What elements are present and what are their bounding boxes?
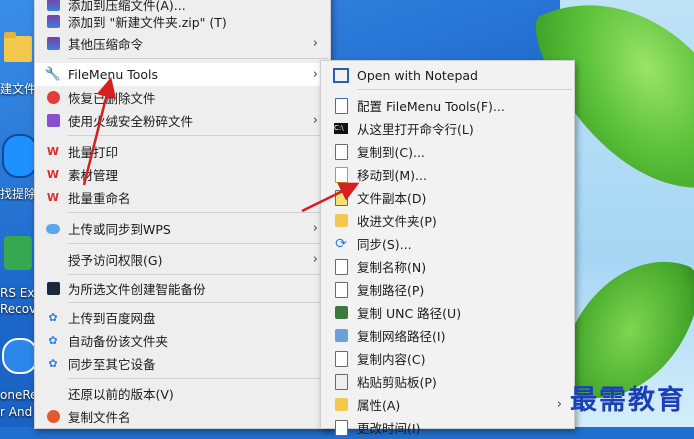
- annotation-arrows: [82, 77, 360, 213]
- watermark-logo: 最需教育: [570, 385, 686, 416]
- arrow-to-submenu: [301, 182, 360, 213]
- arrow-to-filemenu-tools: [82, 77, 117, 186]
